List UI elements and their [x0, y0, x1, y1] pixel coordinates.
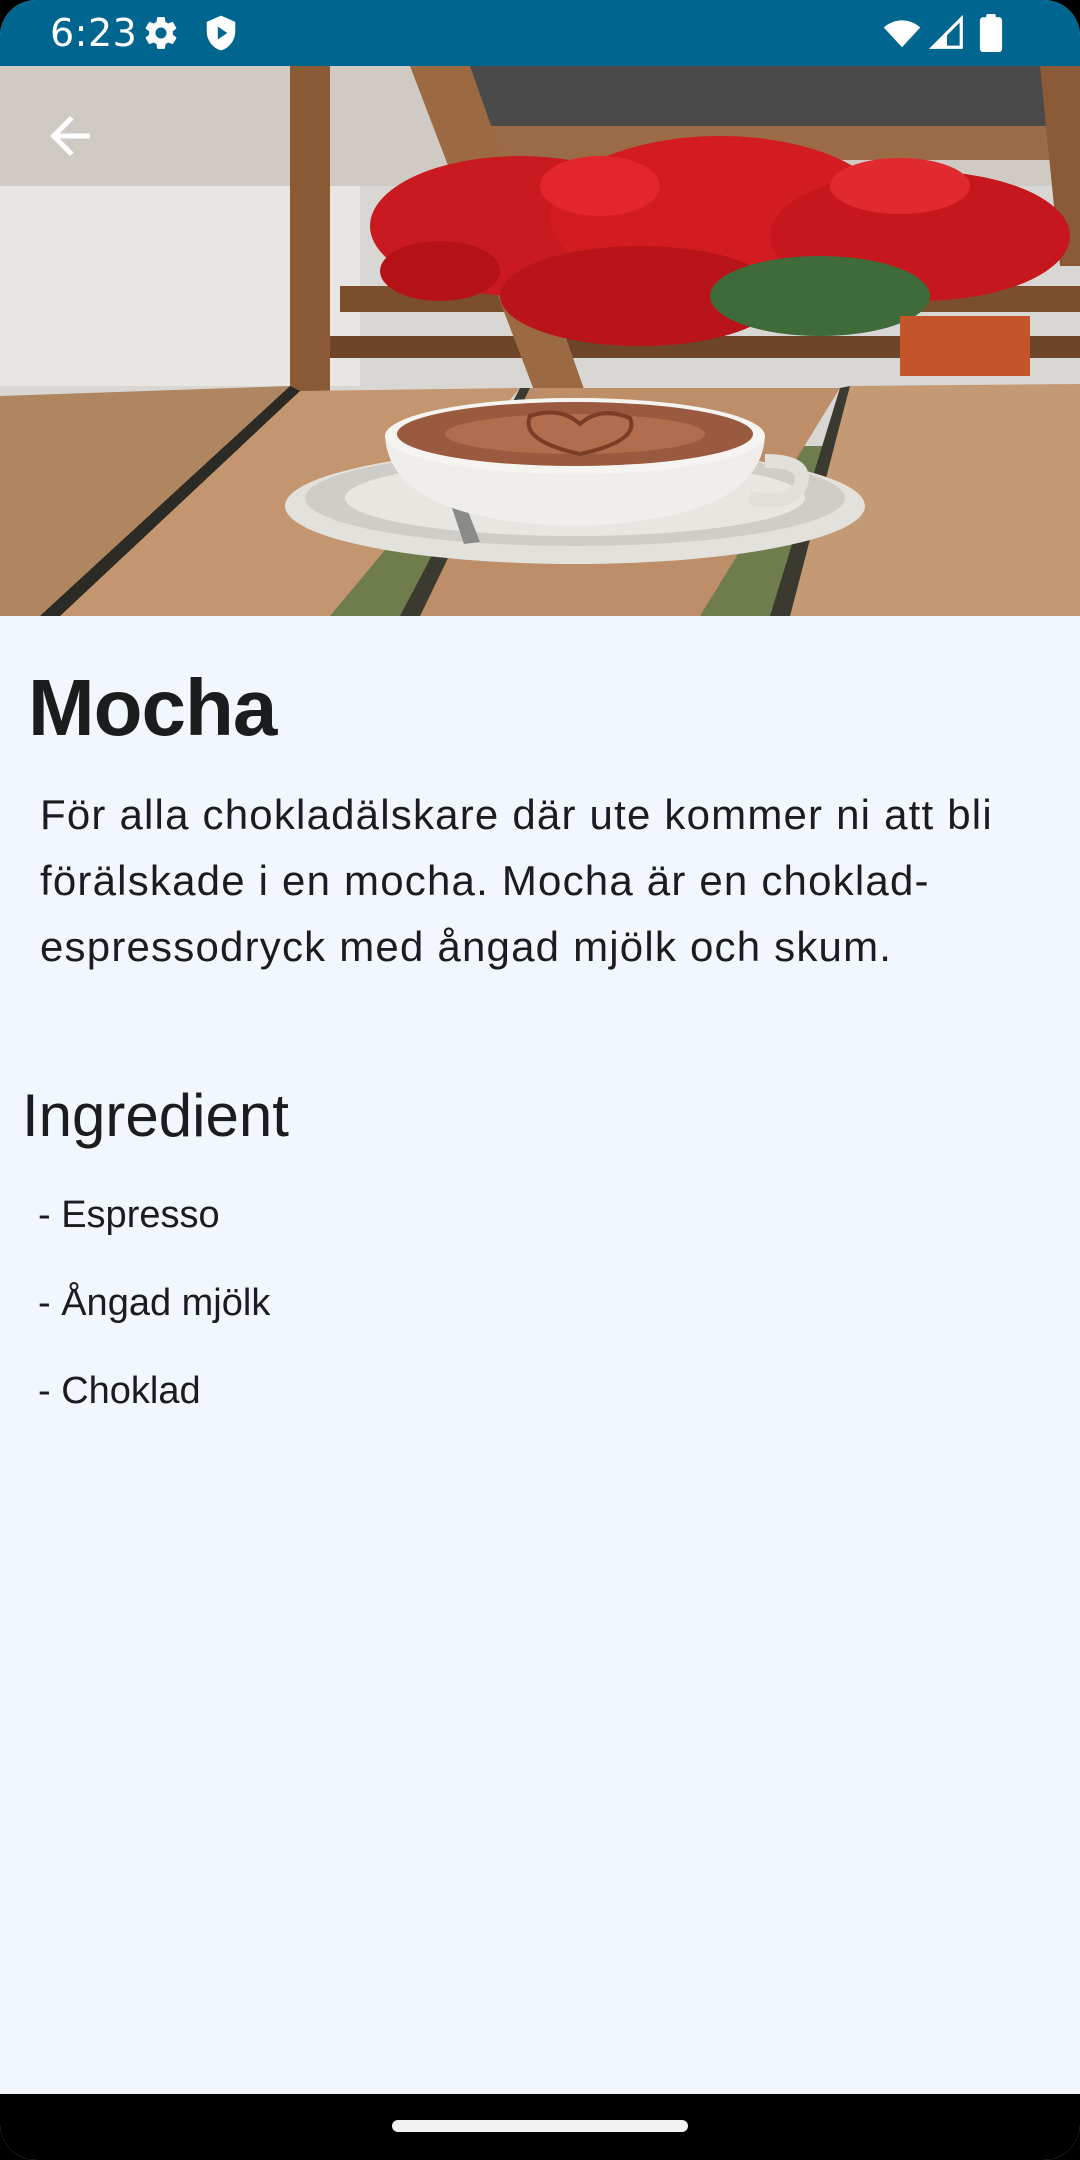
- gear-icon: [142, 14, 180, 52]
- shield-icon: [202, 14, 240, 52]
- wifi-icon: [880, 14, 924, 52]
- hero-image: [0, 66, 1080, 616]
- ingredient-item: - Ångad mjölk: [38, 1282, 271, 1324]
- status-bar: 6:23: [0, 0, 1080, 66]
- ingredient-heading: Ingredient: [22, 1082, 289, 1149]
- ingredient-list: - Espresso - Ångad mjölk - Choklad: [38, 1190, 270, 1454]
- arrow-back-icon: [50, 116, 90, 156]
- cellular-signal-icon: [928, 14, 966, 52]
- description-text: För alla chokladälskare där ute kommer n…: [40, 791, 993, 970]
- back-button[interactable]: [30, 96, 110, 176]
- screen: 6:23 Mocha För alla chokladälskare där u…: [0, 0, 1080, 2160]
- home-indicator[interactable]: [392, 2120, 688, 2132]
- status-time: 6:23: [50, 11, 138, 55]
- battery-icon: [976, 14, 1006, 52]
- page-title: Mocha: [28, 663, 277, 752]
- ingredient-item: - Choklad: [38, 1370, 201, 1412]
- ingredient-item: - Espresso: [38, 1194, 220, 1236]
